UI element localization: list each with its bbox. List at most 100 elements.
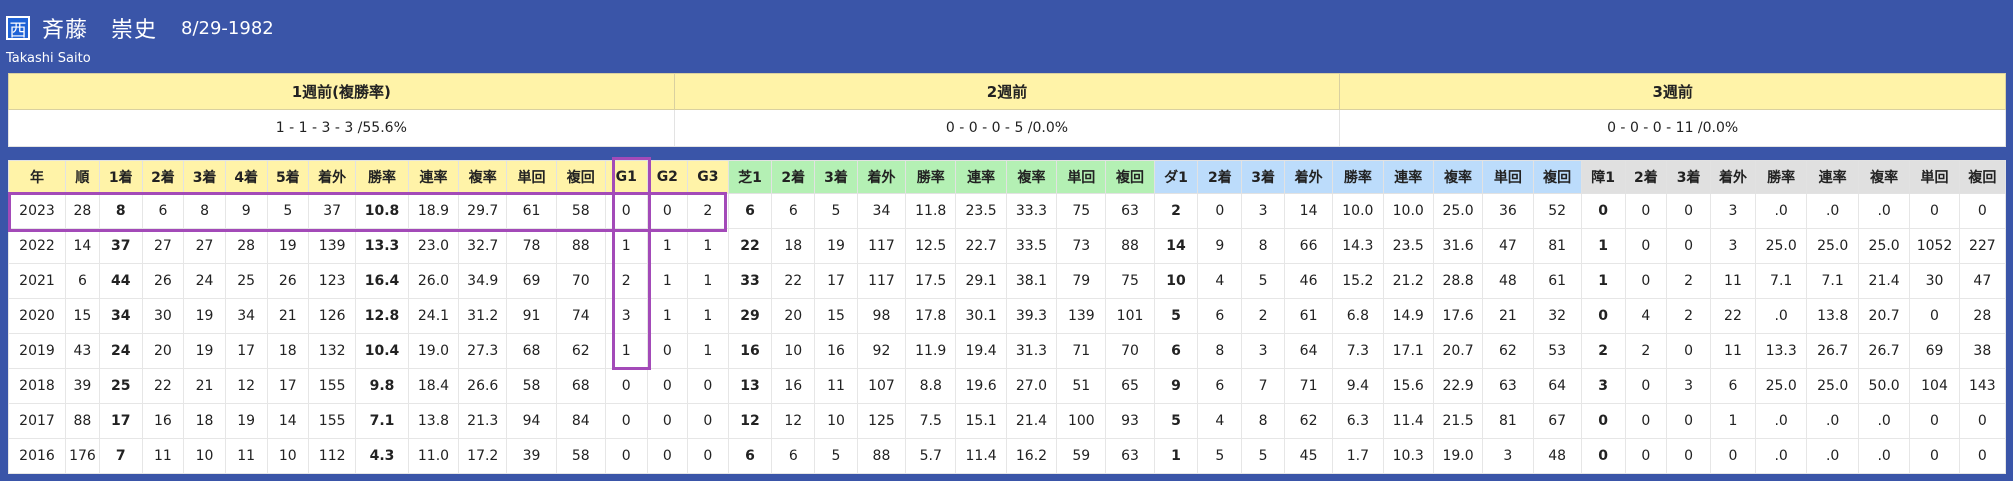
stats-cell: 31.3 [1005, 333, 1058, 369]
stats-cell: 10.3 [1382, 438, 1434, 474]
stats-cell: 0 [687, 438, 729, 474]
stats-cell: 61 [1532, 263, 1582, 299]
stats-cell: 28 [1958, 298, 2007, 334]
stats-cell: 25.0 [1806, 368, 1859, 404]
stats-cell: 22.7 [955, 228, 1007, 264]
stats-cell: 8 [98, 193, 143, 229]
stats-header-cell: 2着 [771, 160, 816, 194]
stats-cell: 9 [1197, 228, 1243, 264]
stats-cell: 6 [1153, 333, 1199, 369]
stats-cell: 13.8 [1806, 298, 1859, 334]
stats-cell: 0 [1958, 193, 2007, 229]
stats-cell: 227 [1958, 228, 2007, 264]
stats-cell: 22 [1710, 298, 1756, 334]
birth-date: 8/29-1982 [181, 17, 274, 39]
stats-header-cell: G2 [646, 160, 689, 194]
stats-header-cell: 連率 [1806, 160, 1859, 194]
stats-cell: 2017 [8, 403, 66, 439]
stats-cell: 0 [646, 403, 689, 439]
stats-cell: 1.7 [1332, 438, 1384, 474]
stats-cell: 16 [814, 333, 858, 369]
stats-cell: 33 [727, 263, 773, 299]
stats-cell: 16.2 [1005, 438, 1058, 474]
stats-cell: 1 [646, 298, 689, 334]
stats-cell: 21 [183, 368, 226, 404]
stats-cell: 143 [1958, 368, 2007, 404]
stats-cell: 11 [1710, 333, 1756, 369]
stats-cell: 59 [1056, 438, 1107, 474]
table-row: 2023 28 8 6 8 9 5 37 10.8 18.9 29.7 61 58 0 0 2 6 6 5 34 11.… [8, 193, 2007, 229]
stats-header-cell: 複回 [555, 160, 606, 194]
stats-cell: 25.0 [1806, 228, 1859, 264]
stats-cell: 32 [1532, 298, 1582, 334]
stats-cell: 46 [1283, 263, 1334, 299]
stats-cell: 3 [1666, 368, 1712, 404]
recent-results-table: 1週前(複勝率) 2週前 3週前 1 - 1 - 3 - 3 /55.6% 0 … [8, 73, 2006, 147]
stats-cell: 98 [856, 298, 907, 334]
stats-cell: 14.3 [1332, 228, 1384, 264]
stats-cell: 26.0 [407, 263, 460, 299]
stats-cell: 48 [1532, 438, 1582, 474]
stats-cell: 81 [1532, 228, 1582, 264]
stats-cell: 20 [771, 298, 816, 334]
stats-cell: 117 [856, 263, 907, 299]
stats-cell: 13.8 [407, 403, 460, 439]
stats-cell: 70 [1105, 333, 1155, 369]
stats-cell: 2019 [8, 333, 66, 369]
stats-cell: 14 [64, 228, 100, 264]
stats-cell: 18.9 [407, 193, 460, 229]
stats-cell: 0 [1197, 193, 1243, 229]
stats-cell: 66 [1283, 228, 1334, 264]
stats-cell: 107 [856, 368, 907, 404]
stats-header-cell: 2着 [1624, 160, 1668, 194]
stats-header-cell: 複回 [1958, 160, 2007, 194]
stats-cell: 1 [646, 263, 689, 299]
stats-cell: 11.4 [955, 438, 1007, 474]
stats-cell: 6 [1710, 368, 1756, 404]
stats-cell: 17.6 [1432, 298, 1484, 334]
stats-cell: 12 [727, 403, 773, 439]
stats-cell: 75 [1056, 193, 1107, 229]
stats-header-cell: 複回 [1105, 160, 1155, 194]
stats-cell: 31.2 [458, 298, 508, 334]
stats-cell: 9 [224, 193, 268, 229]
stats-cell: 6 [727, 438, 773, 474]
stats-cell: 2018 [8, 368, 66, 404]
stats-cell: 9 [1153, 368, 1199, 404]
recent-value-2w: 0 - 0 - 0 - 5 /0.0% [673, 109, 1341, 147]
stats-cell: 25.0 [1754, 368, 1808, 404]
stats-cell: 53 [1532, 333, 1582, 369]
stats-cell: 11.0 [407, 438, 460, 474]
stats-cell: 5 [1197, 438, 1243, 474]
stats-cell: 2 [604, 263, 648, 299]
stats-cell: 13.3 [1754, 333, 1808, 369]
stats-cell: 39 [64, 368, 100, 404]
stats-cell: 3 [604, 298, 648, 334]
stats-cell: 5.7 [905, 438, 957, 474]
stats-cell: 7.1 [1754, 263, 1808, 299]
stats-cell: 70 [555, 263, 606, 299]
stats-cell: 3 [1710, 193, 1756, 229]
stats-cell: 112 [308, 438, 357, 474]
stats-cell: 34 [856, 193, 907, 229]
stats-cell: 2020 [8, 298, 66, 334]
stats-cell: 24 [183, 263, 226, 299]
stats-header-cell: 3着 [814, 160, 858, 194]
stats-cell: 4 [1197, 263, 1243, 299]
stats-header-cell: 複率 [1432, 160, 1484, 194]
stats-cell: 10 [183, 438, 226, 474]
stats-cell: 0 [1666, 193, 1712, 229]
trainer-name: 斉藤 崇史 [42, 18, 158, 43]
stats-cell: 19.6 [955, 368, 1007, 404]
stats-cell: 21.4 [1005, 403, 1058, 439]
stats-cell: 58 [555, 193, 606, 229]
stats-cell: 139 [1056, 298, 1107, 334]
stats-cell: 4 [1197, 403, 1243, 439]
stats-cell: 88 [856, 438, 907, 474]
stats-cell: 29 [727, 298, 773, 334]
stats-cell: 17 [814, 263, 858, 299]
table-row: 2021 6 44 26 24 25 26 123 16.4 26.0 34.9 69 70 2 1 1 33 2… [8, 263, 2007, 299]
stats-cell: 29.7 [458, 193, 508, 229]
stats-cell: 0 [604, 438, 648, 474]
stats-cell: 47 [1958, 263, 2007, 299]
